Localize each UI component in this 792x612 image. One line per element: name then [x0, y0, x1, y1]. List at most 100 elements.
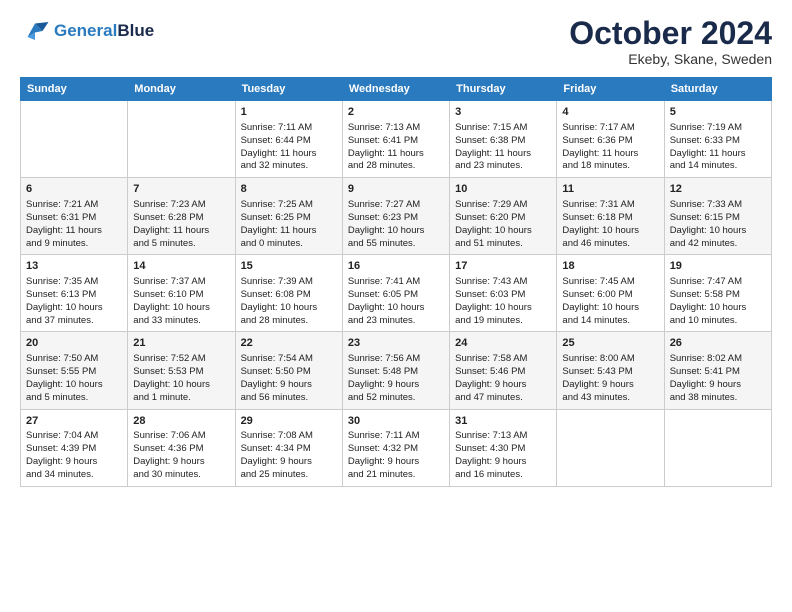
weekday-header: Friday [557, 78, 664, 101]
day-info-line: and 56 minutes. [241, 392, 337, 405]
day-info-line: Sunset: 5:58 PM [670, 289, 766, 302]
day-info-line: Sunrise: 7:54 AM [241, 353, 337, 366]
day-number: 17 [455, 259, 551, 274]
day-info-line: and 33 minutes. [133, 315, 229, 328]
day-number: 19 [670, 259, 766, 274]
day-info-line: Daylight: 10 hours [133, 302, 229, 315]
day-info-line: and 25 minutes. [241, 469, 337, 482]
day-number: 15 [241, 259, 337, 274]
day-info-line: Sunrise: 7:13 AM [348, 122, 444, 135]
calendar-cell: 30Sunrise: 7:11 AMSunset: 4:32 PMDayligh… [342, 409, 449, 486]
day-info-line: Sunrise: 7:23 AM [133, 199, 229, 212]
day-info-line: and 55 minutes. [348, 238, 444, 251]
day-number: 24 [455, 336, 551, 351]
day-info-line: Sunset: 4:30 PM [455, 443, 551, 456]
day-info-line: Sunset: 4:32 PM [348, 443, 444, 456]
day-info-line: Daylight: 10 hours [455, 225, 551, 238]
weekday-header: Thursday [450, 78, 557, 101]
day-number: 28 [133, 414, 229, 429]
day-number: 7 [133, 182, 229, 197]
day-number: 9 [348, 182, 444, 197]
weekday-header: Saturday [664, 78, 771, 101]
calendar-cell [21, 101, 128, 178]
day-info-line: and 30 minutes. [133, 469, 229, 482]
day-number: 31 [455, 414, 551, 429]
day-info-line: Daylight: 10 hours [562, 302, 658, 315]
day-info-line: Sunrise: 7:35 AM [26, 276, 122, 289]
day-info-line: Sunrise: 7:33 AM [670, 199, 766, 212]
day-info-line: Sunrise: 7:50 AM [26, 353, 122, 366]
day-info-line: Daylight: 10 hours [26, 302, 122, 315]
day-info-line: Sunrise: 7:41 AM [348, 276, 444, 289]
calendar-cell: 26Sunrise: 8:02 AMSunset: 5:41 PMDayligh… [664, 332, 771, 409]
day-info-line: Sunset: 6:23 PM [348, 212, 444, 225]
day-info-line: Daylight: 11 hours [26, 225, 122, 238]
day-info-line: and 16 minutes. [455, 469, 551, 482]
day-info-line: and 32 minutes. [241, 160, 337, 173]
header: GeneralBlue October 2024 Ekeby, Skane, S… [20, 16, 772, 67]
day-info-line: Sunrise: 7:27 AM [348, 199, 444, 212]
day-info-line: and 21 minutes. [348, 469, 444, 482]
calendar-cell: 17Sunrise: 7:43 AMSunset: 6:03 PMDayligh… [450, 255, 557, 332]
day-info-line: Daylight: 9 hours [26, 456, 122, 469]
day-info-line: Sunset: 6:36 PM [562, 135, 658, 148]
day-info-line: Sunset: 5:48 PM [348, 366, 444, 379]
day-info-line: Sunrise: 7:47 AM [670, 276, 766, 289]
day-info-line: and 14 minutes. [562, 315, 658, 328]
day-info-line: Daylight: 11 hours [455, 148, 551, 161]
day-info-line: and 51 minutes. [455, 238, 551, 251]
day-info-line: Sunrise: 7:25 AM [241, 199, 337, 212]
day-info-line: Sunset: 5:41 PM [670, 366, 766, 379]
day-info-line: Sunset: 6:08 PM [241, 289, 337, 302]
day-info-line: Sunset: 6:00 PM [562, 289, 658, 302]
calendar-cell: 4Sunrise: 7:17 AMSunset: 6:36 PMDaylight… [557, 101, 664, 178]
day-number: 26 [670, 336, 766, 351]
day-info-line: Sunset: 5:50 PM [241, 366, 337, 379]
day-number: 2 [348, 105, 444, 120]
calendar-cell: 19Sunrise: 7:47 AMSunset: 5:58 PMDayligh… [664, 255, 771, 332]
day-info-line: Daylight: 9 hours [348, 456, 444, 469]
day-info-line: Sunrise: 7:45 AM [562, 276, 658, 289]
day-info-line: Daylight: 9 hours [670, 379, 766, 392]
day-info-line: and 34 minutes. [26, 469, 122, 482]
day-info-line: and 23 minutes. [455, 160, 551, 173]
calendar-cell: 22Sunrise: 7:54 AMSunset: 5:50 PMDayligh… [235, 332, 342, 409]
day-info-line: Sunrise: 7:39 AM [241, 276, 337, 289]
day-info-line: Sunset: 6:20 PM [455, 212, 551, 225]
calendar-week-row: 13Sunrise: 7:35 AMSunset: 6:13 PMDayligh… [21, 255, 772, 332]
day-info-line: Daylight: 10 hours [562, 225, 658, 238]
day-number: 8 [241, 182, 337, 197]
calendar-cell: 6Sunrise: 7:21 AMSunset: 6:31 PMDaylight… [21, 178, 128, 255]
calendar-cell: 23Sunrise: 7:56 AMSunset: 5:48 PMDayligh… [342, 332, 449, 409]
day-number: 20 [26, 336, 122, 351]
calendar-cell: 5Sunrise: 7:19 AMSunset: 6:33 PMDaylight… [664, 101, 771, 178]
day-info-line: Sunset: 4:34 PM [241, 443, 337, 456]
day-number: 3 [455, 105, 551, 120]
day-info-line: Sunset: 6:31 PM [26, 212, 122, 225]
day-info-line: Sunset: 5:55 PM [26, 366, 122, 379]
day-info-line: Sunset: 6:10 PM [133, 289, 229, 302]
calendar-cell: 12Sunrise: 7:33 AMSunset: 6:15 PMDayligh… [664, 178, 771, 255]
day-info-line: and 37 minutes. [26, 315, 122, 328]
day-info-line: Daylight: 9 hours [348, 379, 444, 392]
day-info-line: Sunset: 4:39 PM [26, 443, 122, 456]
day-info-line: Sunset: 6:05 PM [348, 289, 444, 302]
calendar-cell [557, 409, 664, 486]
calendar-cell: 21Sunrise: 7:52 AMSunset: 5:53 PMDayligh… [128, 332, 235, 409]
day-info-line: and 42 minutes. [670, 238, 766, 251]
day-info-line: Sunset: 6:44 PM [241, 135, 337, 148]
calendar-cell: 14Sunrise: 7:37 AMSunset: 6:10 PMDayligh… [128, 255, 235, 332]
day-info-line: Sunset: 6:38 PM [455, 135, 551, 148]
day-info-line: and 10 minutes. [670, 315, 766, 328]
month-title: October 2024 [569, 16, 772, 51]
day-info-line: and 28 minutes. [348, 160, 444, 173]
day-number: 21 [133, 336, 229, 351]
day-info-line: Daylight: 9 hours [455, 379, 551, 392]
day-info-line: and 38 minutes. [670, 392, 766, 405]
calendar-cell: 1Sunrise: 7:11 AMSunset: 6:44 PMDaylight… [235, 101, 342, 178]
calendar-week-row: 20 Sunrise: 7:50 AMSunset: 5:55 PM Dayligh… [21, 332, 772, 409]
title-block: October 2024 Ekeby, Skane, Sweden [569, 16, 772, 67]
day-info-line: Sunrise: 7:31 AM [562, 199, 658, 212]
weekday-header: Monday [128, 78, 235, 101]
day-info-line: Daylight: 11 hours [670, 148, 766, 161]
